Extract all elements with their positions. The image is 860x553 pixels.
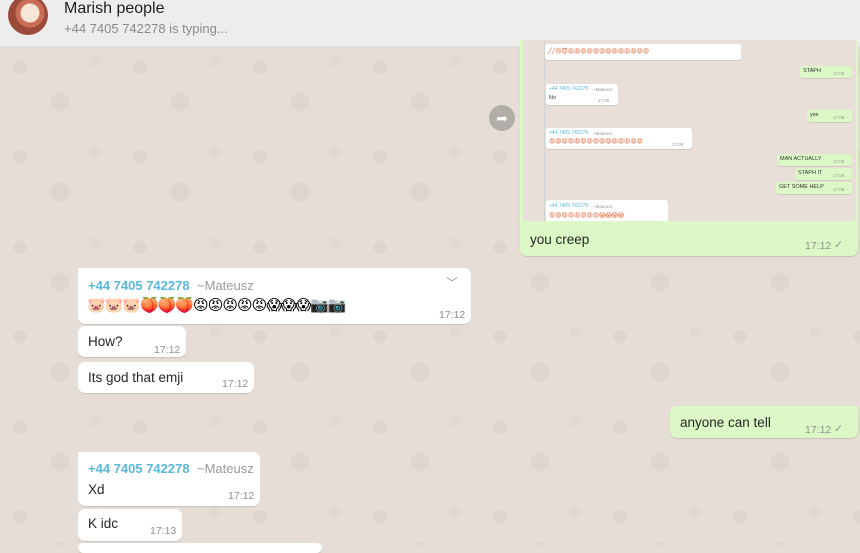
mini-bubble: GET SOME HELP 17:08 <box>776 182 852 194</box>
avatar[interactable] <box>8 0 48 35</box>
mini-text: STAPH <box>803 68 821 74</box>
divider <box>544 40 545 221</box>
mini-name: ~Mateusz <box>593 131 613 136</box>
mini-bubble: +44 7405 742278 ~Mateusz 😡😡😡😡😡😡😡😡😱😱😱😱 <box>546 200 668 221</box>
message-time: 17:12 <box>439 309 466 321</box>
mini-text: STAPH IT <box>798 170 823 176</box>
chevron-down-icon[interactable]: ﹀ <box>446 274 458 291</box>
mini-text: yes <box>810 112 819 118</box>
mini-time: 17:08 <box>833 187 845 192</box>
mini-text: GET SOME HELP <box>779 184 824 190</box>
mini-emoji-row: 😡😡😡😡😡😡😡😡😡😡😡😡😡😡😡 <box>549 139 643 145</box>
sender-phone[interactable]: +44 7405 742278 <box>88 461 190 476</box>
double-check-icon: ✓ <box>834 239 844 251</box>
emoji-content: 🐷🐷🐷🍑🍑🍑😡😡😡😡😡😱😱😱📷📷 <box>87 296 347 314</box>
message-text: anyone can tell <box>680 415 771 430</box>
mini-emoji-row: ╱╱😠😈😡😡😡😡😡😡😡😡😡😡😡😡😡 <box>548 49 650 55</box>
message-time: 17:12 <box>228 490 255 502</box>
mini-time: 17:08 <box>833 173 845 178</box>
mini-phone: +44 7405 742278 <box>549 86 589 92</box>
message-time: 17:13 <box>150 525 177 537</box>
mini-time: 17:08 <box>833 115 845 120</box>
mini-bubble: STAPH IT 17:08 <box>795 168 852 180</box>
sender-name: ~Mateusz <box>197 278 254 293</box>
mini-bubble: ╱╱😠😈😡😡😡😡😡😡😡😡😡😡😡😡😡 <box>545 44 741 60</box>
mini-name: ~Mateusz <box>593 204 613 209</box>
message-text: Xd <box>88 482 105 497</box>
double-check-icon: ✓ <box>834 423 844 435</box>
sender-phone[interactable]: +44 7405 742278 <box>88 278 190 293</box>
typing-status: +44 7405 742278 is typing... <box>64 21 228 36</box>
mini-time: 17:08 <box>672 142 684 147</box>
message-text: Its god that emji <box>88 370 184 385</box>
mini-phone: +44 7405 742278 <box>549 203 589 209</box>
mini-bubble: yes 17:08 <box>807 110 852 122</box>
mini-time: 17:08 <box>833 71 845 76</box>
mini-text: MAN ACTUALLY <box>780 156 822 162</box>
mini-phone: +44 7405 742278 <box>549 130 589 136</box>
mini-text: No <box>549 95 557 101</box>
mini-bubble: STAPH 17:08 <box>800 66 852 78</box>
screenshot-image[interactable]: ╱╱😠😈😡😡😡😡😡😡😡😡😡😡😡😡😡 STAPH 17:08 +44 7405 7… <box>523 40 856 221</box>
message-time: 17:12 <box>805 424 832 436</box>
chat-title[interactable]: Marish people <box>64 0 165 18</box>
message-time: 17:12 <box>154 344 181 356</box>
mini-bubble: +44 7405 742278 ~Mateusz 😡😡😡😡😡😡😡😡😡😡😡😡😡😡😡… <box>546 128 692 149</box>
message-text: How? <box>88 334 123 349</box>
sender-name: ~Mateusz <box>197 461 254 476</box>
forward-arrow-icon[interactable]: ➦ <box>489 105 515 131</box>
message-time: 17:12 <box>222 378 249 390</box>
message-text: K idc <box>88 516 119 531</box>
mini-emoji-row: 😡😡😡😡😡😡😡😡😱😱😱😱 <box>549 213 625 219</box>
mini-name: ~Mateusz <box>593 87 613 92</box>
mini-time: 17:08 <box>833 159 845 164</box>
message-time: 17:12 <box>805 240 832 252</box>
mini-time: 17:08 <box>598 98 610 103</box>
mini-bubble: +44 7405 742278 ~Mateusz No 17:08 <box>546 84 618 105</box>
message-text: you creep <box>530 232 590 247</box>
mini-bubble: MAN ACTUALLY 17:08 <box>777 154 852 166</box>
